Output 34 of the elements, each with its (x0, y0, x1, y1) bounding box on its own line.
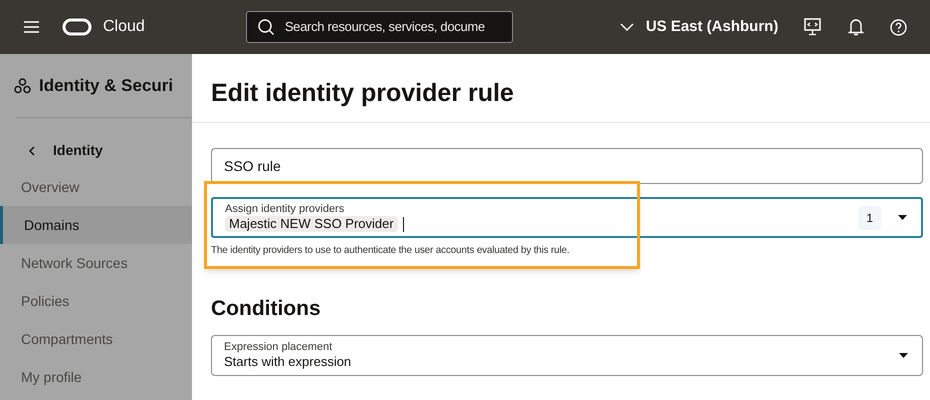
help-icon[interactable] (890, 18, 908, 36)
count-badge: 1 (858, 206, 881, 230)
sidebar-item[interactable]: Domains (0, 206, 192, 244)
expression-placement-dropdown[interactable]: Expression placement Starts with expression (211, 334, 923, 376)
notification-bell-icon[interactable] (848, 18, 864, 36)
provider-chip[interactable]: Majestic NEW SSO Provider (225, 216, 398, 232)
field-label: Expression placement (224, 340, 334, 354)
field-label: Assign identity providers (225, 203, 346, 216)
search-field[interactable]: Search resources, services, docume (246, 11, 513, 43)
cubes-icon (14, 78, 31, 94)
name-field[interactable]: SSO rule (211, 148, 923, 184)
search-icon (256, 18, 275, 36)
identity-providers-field[interactable]: Assign identity providers Majestic NEW SSO Provider 1 (211, 197, 923, 238)
dropdown-arrow-icon[interactable] (898, 215, 907, 220)
chevron-left-icon (29, 146, 35, 156)
sidebar-item[interactable]: Compartments (0, 320, 192, 358)
region-dropdown[interactable]: US East (Ashburn) (620, 16, 778, 38)
dropdown-arrow-icon (899, 352, 908, 358)
sidebar-item[interactable]: Overview (0, 168, 192, 206)
logo-icon[interactable] (62, 18, 92, 36)
menu-icon[interactable] (24, 21, 39, 33)
sidebar-item[interactable]: Policies (0, 282, 192, 320)
chevron-down-icon (620, 23, 634, 31)
field-value: Starts with expression (224, 354, 352, 370)
monitor-icon[interactable] (804, 18, 822, 36)
section-heading: Conditions (211, 296, 322, 322)
help-text: The identity providers to use to authenticate the user accounts evaluated by this rule. (211, 244, 570, 258)
brand-name: Cloud (103, 17, 145, 37)
sidebar-item[interactable]: My profile (0, 358, 192, 396)
text-cursor (402, 216, 404, 232)
back-link[interactable]: Identity (29, 140, 103, 161)
panel-title: Edit identity provider rule (210, 78, 515, 109)
sidebar-title: Identity & Securi (39, 74, 174, 97)
sidebar-item[interactable]: Network Sources (0, 244, 192, 282)
